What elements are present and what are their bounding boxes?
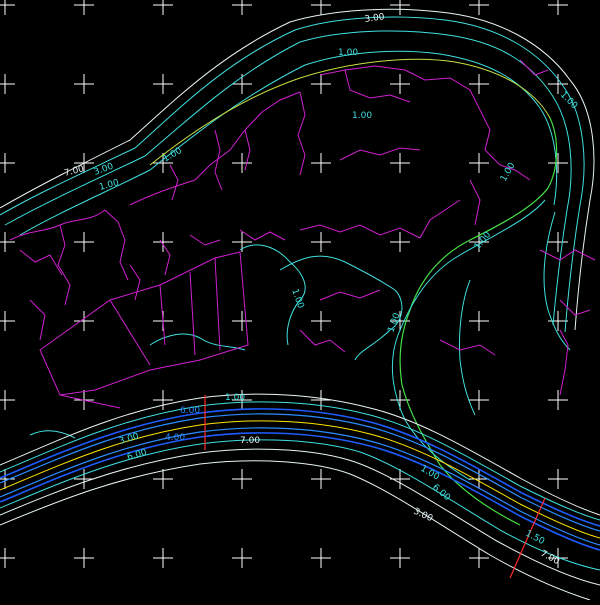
drainage-line [189, 234, 221, 246]
label-channel-7: 7.00 [240, 436, 260, 446]
drainage-line [319, 65, 406, 76]
drainage-line [19, 249, 63, 276]
drainage-line [129, 264, 141, 301]
drainage-line [244, 129, 251, 171]
drainage-line [261, 91, 301, 113]
contour-outer-cyan-2 [4, 30, 572, 326]
drainage-line [159, 239, 171, 276]
drainage-line [319, 289, 381, 301]
river-channel [0, 393, 600, 601]
channel-blue-1 [0, 408, 600, 527]
channel-bank-outer-bottom [0, 448, 600, 586]
label-upper-left-1: 1.00 [98, 178, 120, 193]
drainage-line [239, 229, 286, 241]
drainage-line [194, 111, 263, 181]
label-right-top-1: 1.00 [558, 90, 579, 111]
drainage-line [129, 179, 196, 206]
drainage-line [559, 299, 591, 316]
label-channel-1: 1.00 [225, 393, 245, 403]
contour-outer-cyan-1 [0, 16, 585, 333]
label-inner-left-1: 1.00 [289, 288, 305, 311]
label-mid-top-1: 1.00 [352, 111, 372, 121]
channel-bank-outer-top [0, 393, 600, 516]
field-parcels [39, 251, 249, 409]
drainage-line [339, 147, 421, 161]
cross-sections [204, 395, 546, 579]
label-lower-right-600: 6.00 [430, 483, 452, 504]
drainage-line [297, 91, 306, 176]
drainage-line [479, 109, 501, 166]
label-channel-6: 6.00 [180, 406, 200, 416]
label-right-inner-1: 1.00 [473, 230, 494, 252]
contour-inner-cyan [19, 50, 558, 236]
label-channel-6b: 6.00 [126, 448, 148, 463]
label-right-mid-1: 1.00 [499, 161, 518, 184]
drainage-line [104, 209, 129, 281]
drainage-line [299, 329, 346, 353]
drainage-line [439, 339, 496, 356]
drainage-line [419, 199, 461, 239]
label-mid-100: 1.00 [162, 146, 185, 165]
label-channel-4: 4.00 [165, 433, 185, 443]
drainage-line [57, 224, 71, 306]
cad-map-view[interactable]: 3.00 1.00 7.00 3.00 1.00 1.00 1.00 1.00 … [0, 0, 600, 601]
drainage-line [299, 224, 421, 239]
label-top-3: 3.00 [364, 12, 386, 25]
label-upper-left-7: 7.00 [63, 164, 85, 179]
ridge-line [149, 58, 551, 166]
drainage-line [404, 69, 481, 111]
drainage-line [469, 179, 481, 226]
drainage-line [539, 249, 596, 261]
map-canvas: 3.00 1.00 7.00 3.00 1.00 1.00 1.00 1.00 … [0, 0, 600, 601]
drainage-line [169, 164, 179, 201]
drainage-line [29, 299, 46, 341]
drainage-network [9, 59, 596, 396]
label-top-1: 1.00 [338, 48, 358, 58]
label-lower-right-300: 3.00 [412, 507, 435, 525]
label-channel-3: 3.00 [118, 432, 140, 447]
